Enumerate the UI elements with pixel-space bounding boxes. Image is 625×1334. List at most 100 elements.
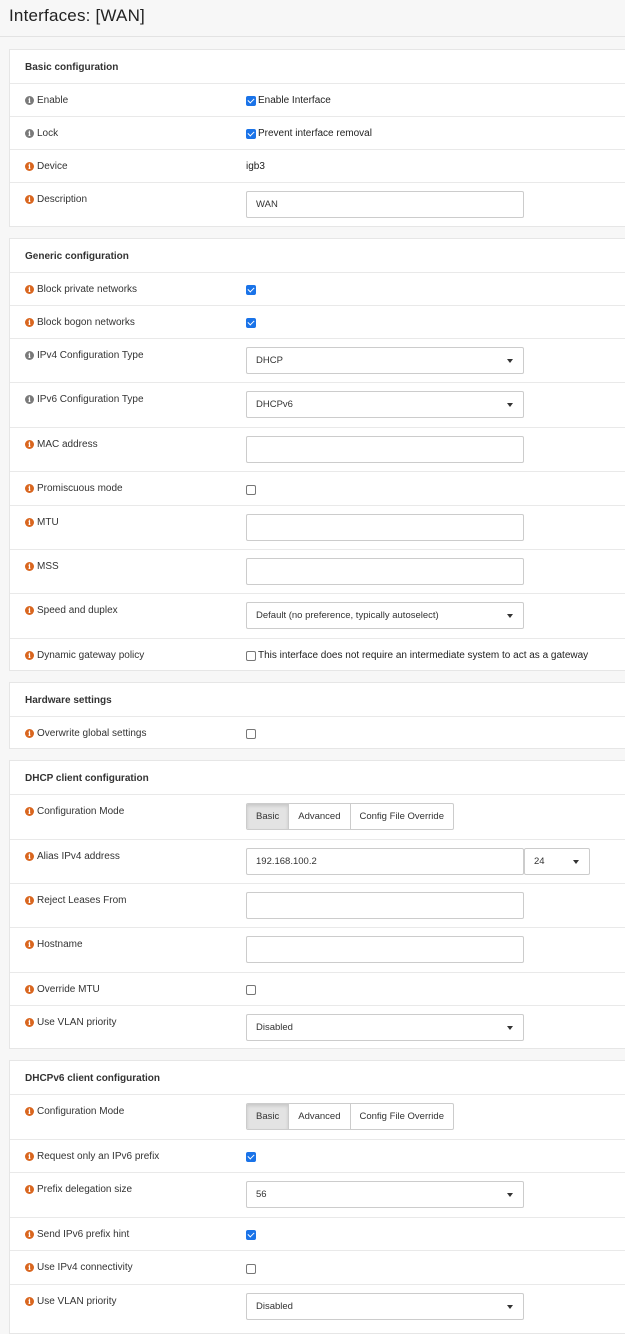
info-icon[interactable]: i: [25, 1263, 34, 1272]
dhcp-vlan-priority-select[interactable]: Disabled: [246, 1014, 524, 1041]
lock-label: Lock: [37, 128, 59, 139]
dhcp-client-section: DHCP client configuration i Configuration…: [9, 760, 625, 1049]
info-icon[interactable]: i: [25, 985, 34, 994]
info-icon[interactable]: i: [25, 651, 34, 660]
description-input[interactable]: WAN: [246, 191, 524, 218]
info-icon[interactable]: i: [25, 96, 34, 105]
device-label: Device: [37, 161, 68, 172]
hostname-row: i Hostname: [10, 927, 625, 972]
info-icon[interactable]: i: [25, 1297, 34, 1306]
ipv6-type-select[interactable]: DHCPv6: [246, 391, 524, 418]
dhcp6-mode-button-group: Basic Advanced Config File Override: [246, 1103, 454, 1130]
info-icon[interactable]: i: [25, 285, 34, 294]
info-icon[interactable]: i: [25, 562, 34, 571]
info-icon[interactable]: i: [25, 1152, 34, 1161]
enable-checkbox[interactable]: [246, 96, 256, 106]
dhcp6-vlan-priority-label: Use VLAN priority: [37, 1296, 117, 1307]
mac-address-label: MAC address: [37, 439, 98, 450]
info-icon[interactable]: i: [25, 162, 34, 171]
info-icon[interactable]: i: [25, 440, 34, 449]
mss-row: i MSS: [10, 549, 625, 593]
info-icon[interactable]: i: [25, 1107, 34, 1116]
info-icon[interactable]: i: [25, 807, 34, 816]
hostname-input[interactable]: [246, 936, 524, 963]
mode-basic-button[interactable]: Basic: [247, 1104, 290, 1129]
override-mtu-checkbox[interactable]: [246, 985, 256, 995]
dhcp-mode-row: i Configuration Mode Basic Advanced Confi…: [10, 794, 625, 839]
description-label: Description: [37, 194, 88, 205]
mode-config-override-button[interactable]: Config File Override: [351, 804, 453, 829]
info-icon[interactable]: i: [25, 484, 34, 493]
dhcp6-mode-label: Configuration Mode: [37, 1106, 125, 1117]
info-icon[interactable]: i: [25, 1185, 34, 1194]
description-row: i Description WAN: [10, 182, 625, 227]
block-bogon-checkbox[interactable]: [246, 318, 256, 328]
speed-duplex-select[interactable]: Default (no preference, typically autose…: [246, 602, 524, 629]
reject-leases-input[interactable]: [246, 892, 524, 919]
dynamic-gateway-row: i Dynamic gateway policy This interface d…: [10, 638, 625, 671]
info-icon[interactable]: i: [25, 318, 34, 327]
ipv4-type-select[interactable]: DHCP: [246, 347, 524, 374]
request-prefix-label: Request only an IPv6 prefix: [37, 1151, 160, 1162]
mode-config-override-button[interactable]: Config File Override: [351, 1104, 453, 1129]
section-title: DHCPv6 client configuration: [25, 1073, 161, 1084]
info-icon[interactable]: i: [25, 395, 34, 404]
basic-configuration-section: Basic configuration i Enable Enable Inter…: [9, 49, 625, 227]
block-private-checkbox[interactable]: [246, 285, 256, 295]
mtu-input[interactable]: [246, 514, 524, 541]
use-ipv4-label: Use IPv4 connectivity: [37, 1262, 133, 1273]
block-private-row: i Block private networks: [10, 272, 625, 305]
use-ipv4-checkbox[interactable]: [246, 1264, 256, 1274]
prefix-delegation-select[interactable]: 56: [246, 1181, 524, 1208]
info-icon[interactable]: i: [25, 729, 34, 738]
hostname-label: Hostname: [37, 939, 83, 950]
enable-checkbox-label[interactable]: Enable Interface: [258, 95, 331, 106]
reject-leases-row: i Reject Leases From: [10, 883, 625, 927]
info-icon[interactable]: i: [25, 896, 34, 905]
info-icon[interactable]: i: [25, 518, 34, 527]
section-title: Generic configuration: [25, 251, 129, 262]
request-prefix-checkbox[interactable]: [246, 1152, 256, 1162]
lock-checkbox-label[interactable]: Prevent interface removal: [258, 128, 372, 139]
dynamic-gateway-checkbox[interactable]: [246, 651, 256, 661]
dhcp6-vlan-priority-select[interactable]: Disabled: [246, 1293, 524, 1320]
mss-label: MSS: [37, 561, 59, 572]
section-header: Basic configuration: [10, 50, 625, 83]
info-icon[interactable]: i: [25, 852, 34, 861]
send-prefix-hint-row: i Send IPv6 prefix hint: [10, 1217, 625, 1250]
info-icon[interactable]: i: [25, 351, 34, 360]
dynamic-gateway-checkbox-label[interactable]: This interface does not require an inter…: [258, 650, 588, 661]
lock-checkbox[interactable]: [246, 129, 256, 139]
override-mtu-label: Override MTU: [37, 984, 100, 995]
overwrite-global-checkbox[interactable]: [246, 729, 256, 739]
alias-prefix-select[interactable]: 24: [524, 848, 590, 875]
request-prefix-row: i Request only an IPv6 prefix: [10, 1139, 625, 1172]
block-private-label: Block private networks: [37, 284, 138, 295]
mac-address-input[interactable]: [246, 436, 524, 463]
send-prefix-hint-checkbox[interactable]: [246, 1230, 256, 1240]
info-icon[interactable]: i: [25, 195, 34, 204]
info-icon[interactable]: i: [25, 129, 34, 138]
section-title: DHCP client configuration: [25, 773, 149, 784]
mss-input[interactable]: [246, 558, 524, 585]
info-icon[interactable]: i: [25, 1230, 34, 1239]
promiscuous-row: i Promiscuous mode: [10, 471, 625, 505]
dhcpv6-client-section: DHCPv6 client configuration i Configurati…: [9, 1060, 625, 1334]
mode-advanced-button[interactable]: Advanced: [289, 1104, 351, 1129]
dhcp-mode-label: Configuration Mode: [37, 806, 125, 817]
alias-ipv4-input[interactable]: 192.168.100.2: [246, 848, 524, 875]
info-icon[interactable]: i: [25, 606, 34, 615]
dhcp-mode-button-group: Basic Advanced Config File Override: [246, 803, 454, 830]
info-icon[interactable]: i: [25, 1018, 34, 1027]
ipv6-type-row: i IPv6 Configuration Type DHCPv6: [10, 382, 625, 427]
send-prefix-hint-label: Send IPv6 prefix hint: [37, 1229, 130, 1240]
info-icon[interactable]: i: [25, 940, 34, 949]
mode-advanced-button[interactable]: Advanced: [289, 804, 351, 829]
mode-basic-button[interactable]: Basic: [247, 804, 290, 829]
alias-ipv4-label: Alias IPv4 address: [37, 851, 120, 862]
dynamic-gateway-label: Dynamic gateway policy: [37, 650, 145, 661]
section-header: DHCPv6 client configuration: [10, 1061, 625, 1094]
promiscuous-checkbox[interactable]: [246, 485, 256, 495]
dhcp6-mode-row: i Configuration Mode Basic Advanced Confi…: [10, 1094, 625, 1139]
page-title: Interfaces: [WAN]: [9, 6, 145, 25]
